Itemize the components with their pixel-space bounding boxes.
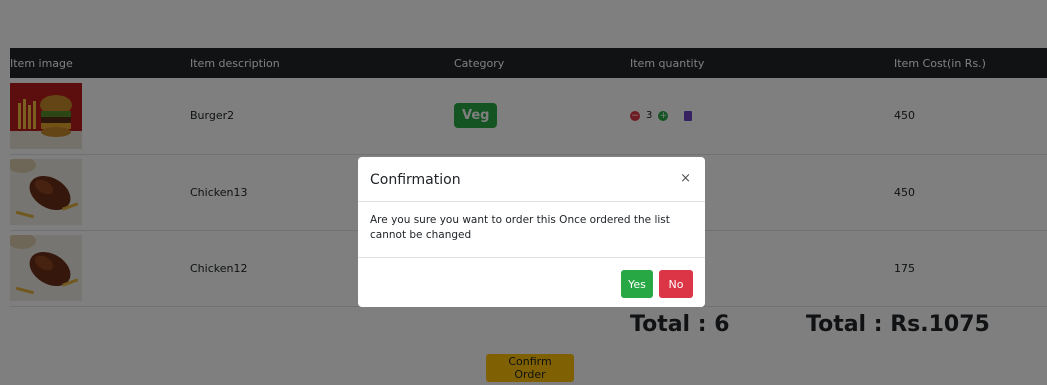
- modal-footer: Yes No: [358, 257, 705, 308]
- yes-button[interactable]: Yes: [621, 270, 653, 298]
- close-icon[interactable]: ×: [680, 171, 691, 186]
- modal-header: Confirmation ×: [358, 157, 705, 202]
- no-button[interactable]: No: [659, 270, 693, 298]
- modal-title: Confirmation: [370, 172, 461, 188]
- confirmation-modal: Confirmation × Are you sure you want to …: [358, 157, 705, 307]
- modal-body: Are you sure you want to order this Once…: [370, 214, 670, 241]
